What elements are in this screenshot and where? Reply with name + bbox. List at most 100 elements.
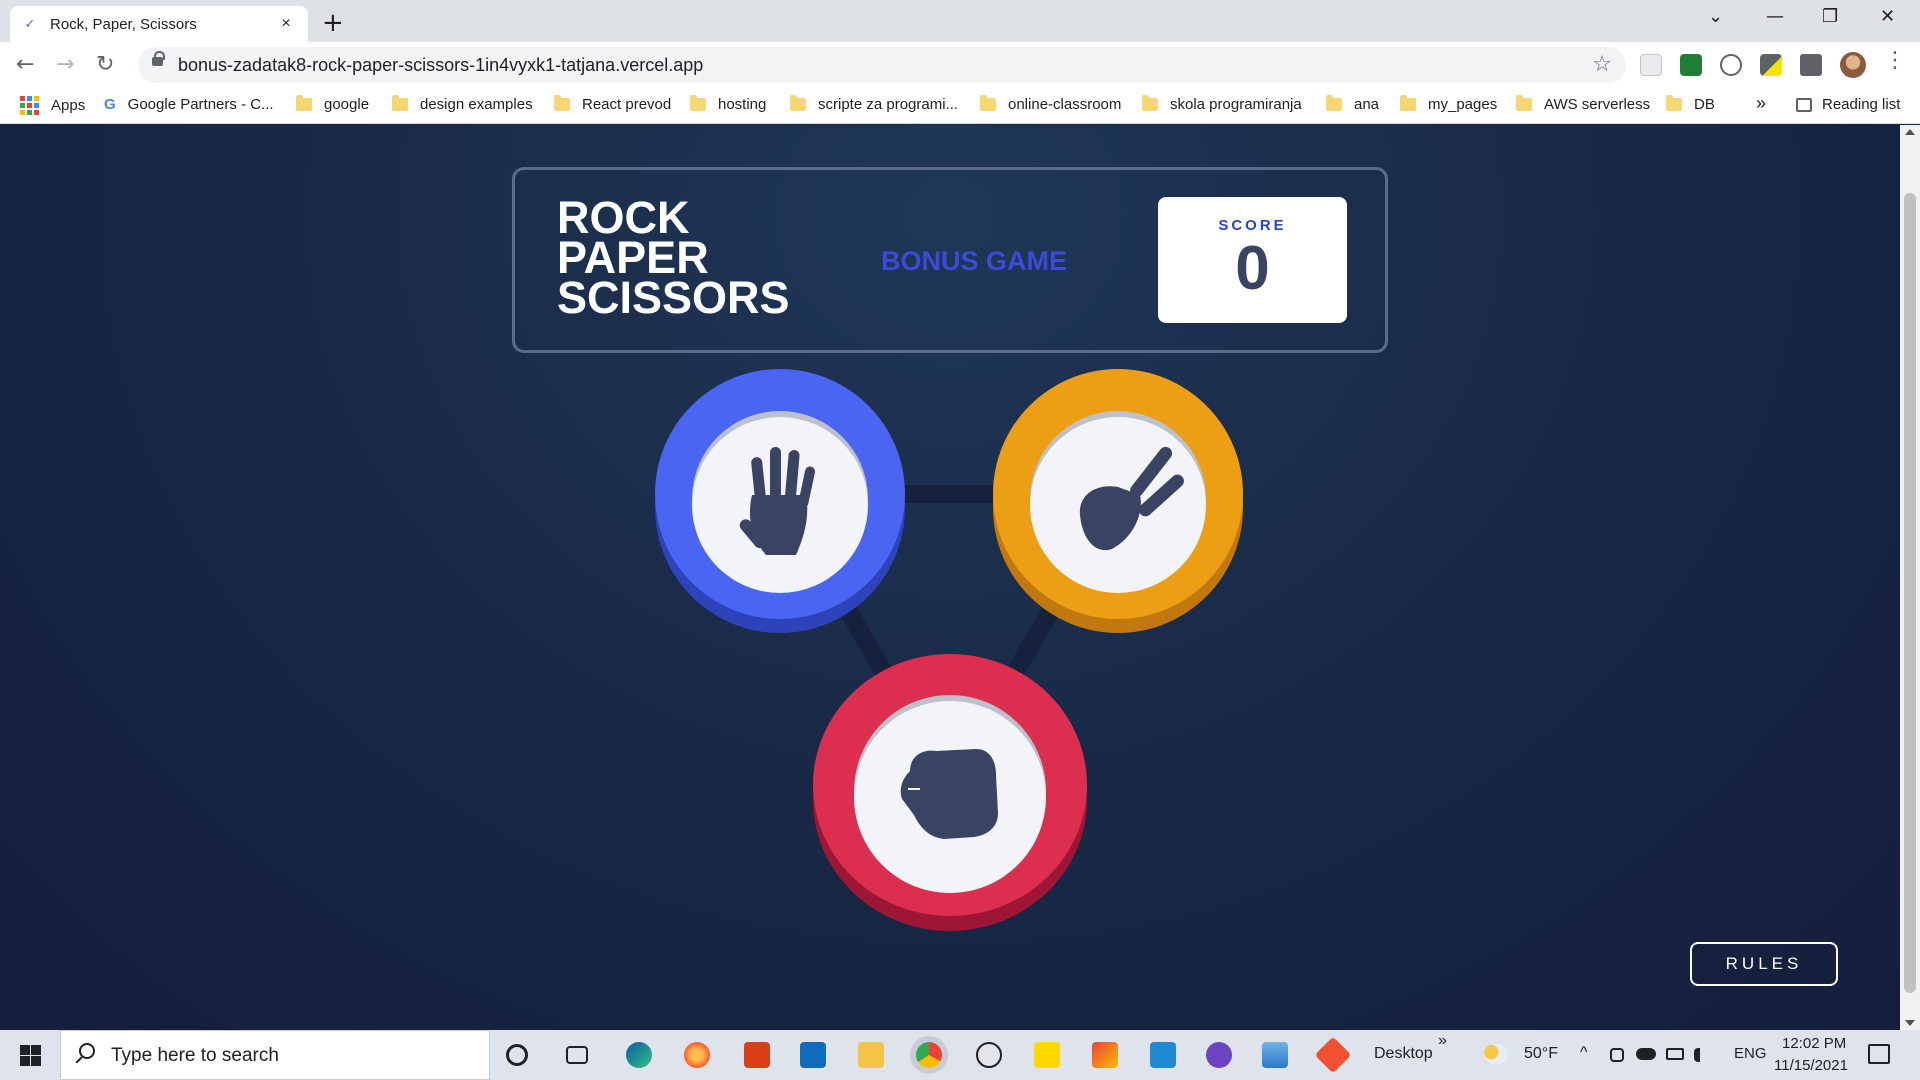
gmail-icon[interactable]	[1092, 1042, 1118, 1068]
reading-list-button[interactable]: Reading list	[1796, 96, 1900, 113]
back-button[interactable]: ←	[16, 52, 34, 77]
task-view-icon[interactable]	[566, 1046, 588, 1064]
bookmark-label: design examples	[420, 96, 533, 113]
folder-icon	[1326, 95, 1342, 111]
volume-icon[interactable]	[1694, 1048, 1710, 1062]
site-favicon-icon: ✓	[24, 16, 36, 31]
bookmark-label: DB	[1694, 96, 1715, 113]
bookmark-label: Apps	[51, 97, 86, 114]
bookmark-folder-scripte[interactable]: scripte za programi...	[790, 95, 959, 113]
page-viewport: ROCK PAPER SCISSORS BONUS GAME SCORE 0 R…	[0, 125, 1900, 1030]
bookmark-google-partners[interactable]: G Google Partners - C...	[104, 96, 274, 113]
lock-icon[interactable]	[152, 51, 165, 66]
bookmark-star-icon[interactable]: ☆	[1592, 52, 1612, 77]
windows-taskbar: Type here to search Desktop » 50°F ^ ENG…	[0, 1030, 1920, 1080]
notifications-icon[interactable]	[1868, 1044, 1890, 1064]
browser-toolbar: ← → ↻ bonus-zadatak8-rock-paper-scissors…	[0, 42, 1920, 88]
file-explorer-icon[interactable]	[858, 1042, 884, 1068]
bookmark-folder-ana[interactable]: ana	[1326, 95, 1380, 113]
folder-icon	[1666, 95, 1682, 111]
edge-icon[interactable]	[626, 1042, 652, 1068]
paper-button[interactable]	[655, 369, 905, 633]
page-scrollbar[interactable]	[1900, 125, 1920, 1030]
rock-button[interactable]	[813, 654, 1087, 931]
scrollbar-thumb[interactable]	[1904, 193, 1916, 993]
reading-list-icon	[1796, 97, 1812, 112]
address-bar[interactable]: bonus-zadatak8-rock-paper-scissors-1in4v…	[138, 47, 1626, 83]
scissors-button[interactable]	[993, 369, 1243, 633]
scroll-up-arrow-icon[interactable]	[1905, 129, 1915, 135]
desktop-toolbar-label[interactable]: Desktop	[1374, 1045, 1433, 1063]
desktop-overflow-button[interactable]: »	[1438, 1032, 1447, 1050]
mail-icon[interactable]	[800, 1042, 826, 1068]
search-placeholder: Type here to search	[111, 1045, 279, 1066]
extension-excel-icon[interactable]	[1680, 54, 1702, 76]
battery-icon[interactable]	[1666, 1048, 1684, 1060]
bookmark-folder-aws-serverless[interactable]: AWS serverless	[1516, 95, 1651, 113]
bookmark-folder-design-examples[interactable]: design examples	[392, 95, 533, 113]
bookmark-folder-my-pages[interactable]: my_pages	[1400, 95, 1497, 113]
photos-icon[interactable]	[1262, 1042, 1288, 1068]
folder-icon	[1142, 95, 1158, 111]
folder-icon	[296, 95, 312, 111]
bookmark-label: React prevod	[582, 96, 672, 113]
taskbar-search-box[interactable]: Type here to search	[60, 1030, 490, 1080]
reload-button[interactable]: ↻	[96, 52, 114, 77]
rules-button[interactable]: RULES	[1690, 942, 1838, 986]
bookmarks-overflow-button[interactable]: »	[1756, 93, 1766, 114]
url-text[interactable]: bonus-zadatak8-rock-paper-scissors-1in4v…	[178, 55, 703, 76]
bookmarks-bar: Apps G Google Partners - C... google des…	[0, 88, 1920, 124]
bookmark-apps[interactable]: Apps	[20, 96, 85, 115]
weather-temperature[interactable]: 50°F	[1524, 1045, 1558, 1063]
bookmark-label: AWS serverless	[1544, 96, 1651, 113]
bookmark-label: ana	[1354, 96, 1380, 113]
tab-search-chevron-icon[interactable]: ⌄	[1708, 6, 1723, 27]
tab-title: Rock, Paper, Scissors	[50, 15, 197, 33]
tab-rock-paper-scissors[interactable]: ✓ Rock, Paper, Scissors ×	[10, 6, 308, 42]
extensions-puzzle-icon[interactable]	[1800, 54, 1822, 76]
clock-time[interactable]: 12:02 PM	[1782, 1035, 1846, 1052]
bookmark-label: skola programiranja	[1170, 96, 1302, 113]
restore-button[interactable]: ❐	[1822, 6, 1838, 27]
new-tab-button[interactable]: +	[322, 8, 344, 38]
bookmark-folder-skola[interactable]: skola programiranja	[1142, 95, 1302, 113]
language-indicator[interactable]: ENG	[1734, 1045, 1767, 1062]
office-icon[interactable]	[744, 1042, 770, 1068]
apps-grid-icon	[20, 96, 39, 115]
minimize-button[interactable]: —	[1766, 6, 1784, 27]
bookmark-folder-react-prevod[interactable]: React prevod	[554, 95, 672, 113]
sticky-notes-icon[interactable]	[1034, 1042, 1060, 1068]
forward-button[interactable]: →	[56, 52, 74, 77]
folder-icon	[392, 95, 408, 111]
close-window-button[interactable]: ✕	[1880, 6, 1895, 27]
bookmark-folder-online-classroom[interactable]: online-classroom	[980, 95, 1122, 113]
weather-icon[interactable]	[1484, 1044, 1508, 1064]
bookmark-label: hosting	[718, 96, 767, 113]
bookmark-folder-hosting[interactable]: hosting	[690, 95, 767, 113]
git-icon[interactable]	[1314, 1036, 1352, 1074]
bookmark-label: scripte za programi...	[818, 96, 959, 113]
tray-chevron-icon[interactable]: ^	[1580, 1044, 1588, 1062]
extension-pen-icon[interactable]	[1760, 54, 1782, 76]
folder-icon	[980, 95, 996, 111]
chrome-menu-icon[interactable]: ⋮	[1884, 48, 1906, 73]
bookmark-label: google	[324, 96, 370, 113]
bookmark-folder-db[interactable]: DB	[1666, 95, 1715, 113]
paint-icon[interactable]	[976, 1042, 1002, 1068]
onedrive-icon[interactable]	[1636, 1048, 1656, 1060]
bookmark-label: online-classroom	[1008, 96, 1122, 113]
vscode-icon[interactable]	[1150, 1042, 1176, 1068]
windows-start-icon[interactable]	[20, 1045, 41, 1066]
chrome-icon[interactable]	[916, 1042, 942, 1068]
scroll-down-arrow-icon[interactable]	[1905, 1020, 1915, 1026]
bookmark-folder-google[interactable]: google	[296, 95, 370, 113]
clock-date[interactable]: 11/15/2021	[1774, 1057, 1848, 1074]
meet-now-icon[interactable]	[1610, 1048, 1624, 1062]
cortana-icon[interactable]	[506, 1044, 528, 1066]
tab-close-icon[interactable]: ×	[276, 15, 296, 33]
firefox-icon[interactable]	[684, 1042, 710, 1068]
extension-blank-icon[interactable]	[1640, 54, 1662, 76]
extension-circle-icon[interactable]	[1720, 54, 1742, 76]
profile-avatar[interactable]	[1840, 52, 1866, 78]
github-desktop-icon[interactable]	[1206, 1042, 1232, 1068]
